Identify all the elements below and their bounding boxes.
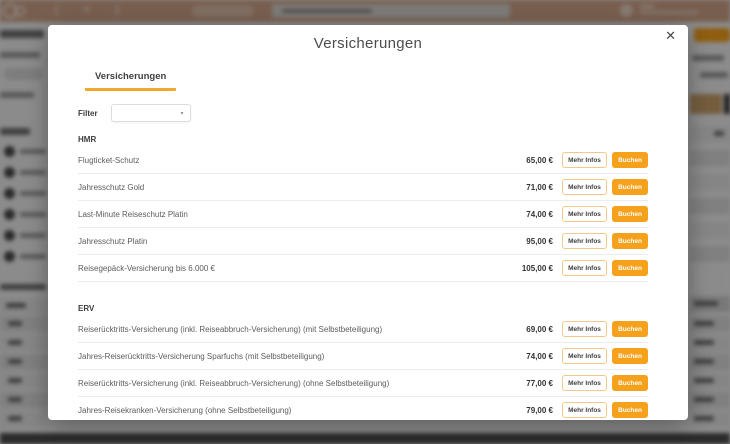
section-title: ERV <box>78 304 648 313</box>
insurance-price: 95,00 € <box>526 237 553 246</box>
insurance-row: Reiserücktritts-Versicherung (inkl. Reis… <box>78 316 648 343</box>
book-button[interactable]: Buchen <box>612 321 648 337</box>
insurance-section: HMR Flugticket-Schutz 65,00 € Mehr Infos… <box>78 135 648 282</box>
section-rows: Reiserücktritts-Versicherung (inkl. Reis… <box>78 316 648 420</box>
insurance-label: Jahresschutz Platin <box>78 237 526 246</box>
book-button[interactable]: Buchen <box>612 152 648 168</box>
insurance-price: 71,00 € <box>526 183 553 192</box>
insurance-row: Jahresschutz Platin 95,00 € Mehr Infos B… <box>78 228 648 255</box>
insurance-label: Reiserücktritts-Versicherung (inkl. Reis… <box>78 379 526 388</box>
section-rows: Flugticket-Schutz 65,00 € Mehr Infos Buc… <box>78 147 648 282</box>
insurance-label: Flugticket-Schutz <box>78 156 526 165</box>
insurance-price: 74,00 € <box>526 352 553 361</box>
more-info-button[interactable]: Mehr Infos <box>562 206 607 222</box>
book-button[interactable]: Buchen <box>612 348 648 364</box>
more-info-button[interactable]: Mehr Infos <box>562 179 607 195</box>
insurance-label: Reisegepäck-Versicherung bis 6.000 € <box>78 264 522 273</box>
book-button[interactable]: Buchen <box>612 206 648 222</box>
insurance-row: Reiserücktritts-Versicherung (inkl. Reis… <box>78 370 648 397</box>
insurance-price: 77,00 € <box>526 379 553 388</box>
insurance-row: Jahres-Reiserücktritts-Versicherung Spar… <box>78 343 648 370</box>
book-button[interactable]: Buchen <box>612 260 648 276</box>
modal-tabs: Versicherungen <box>85 66 688 91</box>
chevron-down-icon: ▾ <box>181 110 184 117</box>
book-button[interactable]: Buchen <box>612 179 648 195</box>
insurance-label: Reiserücktritts-Versicherung (inkl. Reis… <box>78 325 526 334</box>
insurance-price: 65,00 € <box>526 156 553 165</box>
insurance-label: Jahresschutz Gold <box>78 183 526 192</box>
book-button[interactable]: Buchen <box>612 233 648 249</box>
filter-label: Filter <box>78 109 98 118</box>
insurance-label: Jahres-Reiserücktritts-Versicherung Spar… <box>78 352 526 361</box>
more-info-button[interactable]: Mehr Infos <box>562 321 607 337</box>
insurance-row: Jahresschutz Gold 71,00 € Mehr Infos Buc… <box>78 174 648 201</box>
insurance-price: 105,00 € <box>522 264 553 273</box>
insurance-price: 69,00 € <box>526 325 553 334</box>
insurance-price: 74,00 € <box>526 210 553 219</box>
insurance-row: Last-Minute Reiseschutz Platin 74,00 € M… <box>78 201 648 228</box>
section-title: HMR <box>78 135 648 144</box>
more-info-button[interactable]: Mehr Infos <box>562 375 607 391</box>
insurance-section: ERV Reiserücktritts-Versicherung (inkl. … <box>78 304 648 420</box>
book-button[interactable]: Buchen <box>612 375 648 391</box>
insurance-modal: ✕ Versicherungen Versicherungen Filter ▾… <box>48 25 688 420</box>
tab-versicherungen[interactable]: Versicherungen <box>85 71 176 91</box>
insurance-row: Jahres-Reisekranken-Versicherung (ohne S… <box>78 397 648 420</box>
insurance-row: Flugticket-Schutz 65,00 € Mehr Infos Buc… <box>78 147 648 174</box>
filter-row: Filter ▾ <box>78 104 688 122</box>
insurance-sections: HMR Flugticket-Schutz 65,00 € Mehr Infos… <box>48 135 688 420</box>
insurance-label: Jahres-Reisekranken-Versicherung (ohne S… <box>78 406 526 415</box>
more-info-button[interactable]: Mehr Infos <box>562 152 607 168</box>
more-info-button[interactable]: Mehr Infos <box>562 260 607 276</box>
insurance-price: 79,00 € <box>526 406 553 415</box>
more-info-button[interactable]: Mehr Infos <box>562 348 607 364</box>
book-button[interactable]: Buchen <box>612 402 648 418</box>
more-info-button[interactable]: Mehr Infos <box>562 402 607 418</box>
close-icon[interactable]: ✕ <box>665 29 676 42</box>
insurance-row: Reisegepäck-Versicherung bis 6.000 € 105… <box>78 255 648 282</box>
filter-select[interactable]: ▾ <box>111 104 191 122</box>
modal-title: Versicherungen <box>48 35 688 52</box>
insurance-label: Last-Minute Reiseschutz Platin <box>78 210 526 219</box>
more-info-button[interactable]: Mehr Infos <box>562 233 607 249</box>
